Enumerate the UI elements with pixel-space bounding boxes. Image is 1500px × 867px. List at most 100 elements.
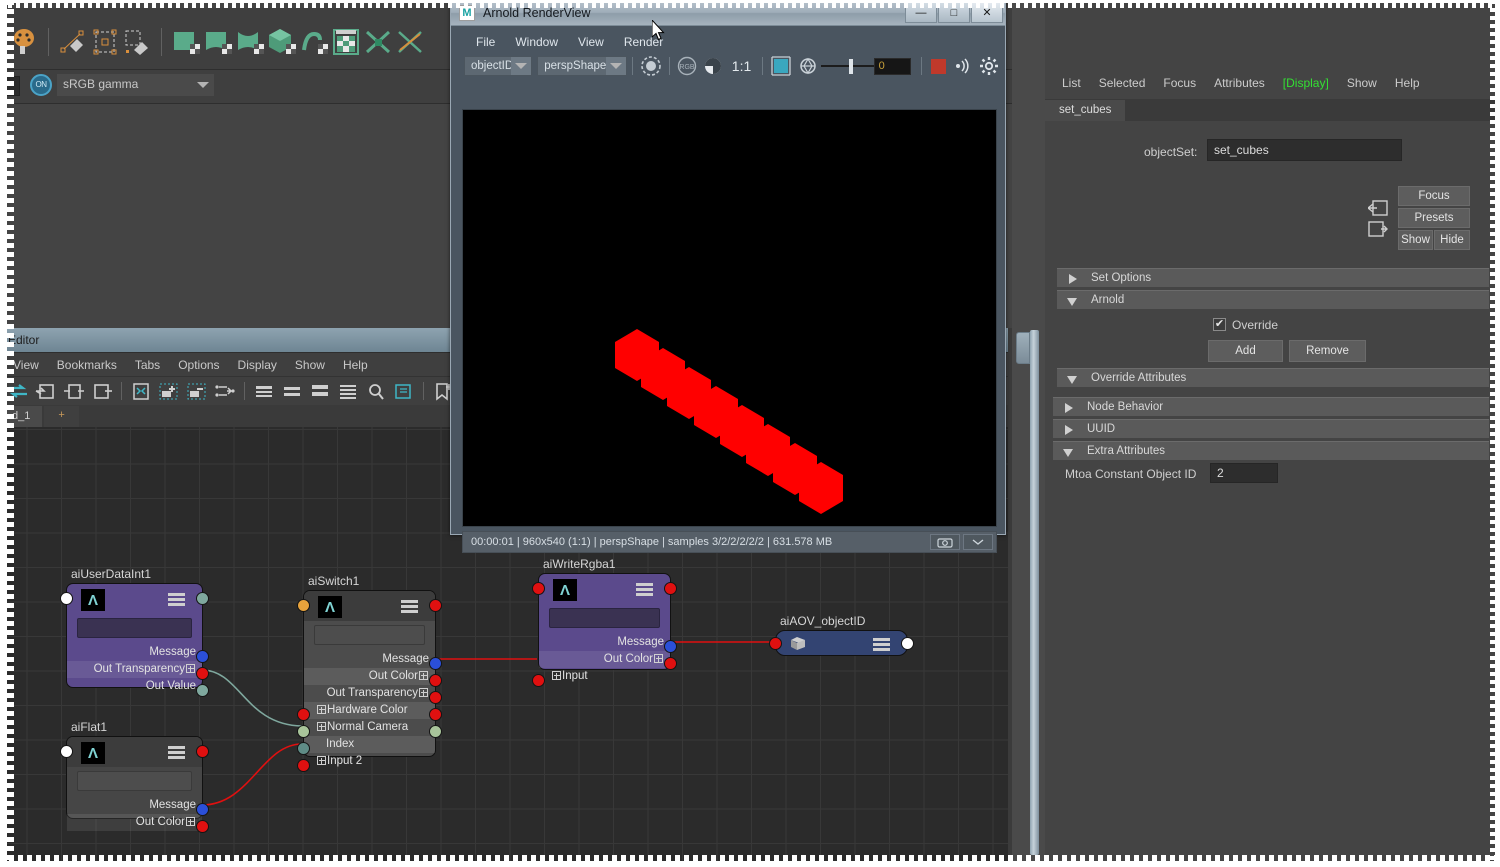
arrow-out-icon[interactable] bbox=[1368, 221, 1388, 237]
port-hardware-color-in[interactable] bbox=[297, 708, 310, 721]
node-aiFlat1[interactable]: aiFlat1 Λ Message Out Color bbox=[60, 720, 209, 833]
port-node-left[interactable] bbox=[769, 637, 782, 650]
node-row[interactable]: Out Color bbox=[539, 651, 670, 668]
node-row[interactable]: Index bbox=[304, 736, 435, 753]
section-set-options[interactable]: Set Options bbox=[1057, 268, 1489, 287]
render-image-canvas[interactable] bbox=[462, 109, 997, 527]
list-simple-icon[interactable] bbox=[280, 380, 304, 402]
port-node-right[interactable] bbox=[429, 599, 442, 612]
ae-menu-selected[interactable]: Selected bbox=[1090, 74, 1155, 92]
add-button[interactable]: Add bbox=[1208, 340, 1283, 362]
port-input-in[interactable] bbox=[532, 674, 545, 687]
node-menu-icon[interactable] bbox=[168, 593, 185, 606]
ne-tab-add[interactable]: + bbox=[44, 406, 79, 427]
port-out-color[interactable] bbox=[429, 674, 442, 687]
node-row[interactable]: Message bbox=[67, 797, 202, 814]
ne-menu-view[interactable]: View bbox=[4, 356, 48, 374]
port-node-right[interactable] bbox=[196, 745, 209, 758]
aperture-icon[interactable] bbox=[797, 55, 819, 77]
gamma-combo-field[interactable]: sRGB gamma bbox=[57, 74, 212, 96]
arrow-in-icon[interactable] bbox=[1366, 200, 1388, 216]
section-node-behavior[interactable]: Node Behavior bbox=[1053, 397, 1489, 416]
expand-plus-icon[interactable] bbox=[186, 664, 195, 674]
node-row[interactable]: Out Color bbox=[67, 814, 202, 831]
section-arnold[interactable]: Arnold bbox=[1057, 290, 1489, 309]
section-override-attributes[interactable]: Override Attributes bbox=[1057, 368, 1489, 387]
add-selected-icon[interactable] bbox=[157, 380, 181, 402]
port-normal-camera-out[interactable] bbox=[429, 725, 442, 738]
object-set-input[interactable]: set_cubes bbox=[1207, 139, 1402, 161]
chevron-down-icon[interactable] bbox=[605, 57, 626, 75]
port-message-out[interactable] bbox=[429, 657, 442, 670]
color-swatch[interactable] bbox=[928, 55, 948, 77]
node-aiAOV-objectID[interactable]: aiAOV_objectID bbox=[769, 614, 914, 656]
curve-flow-icon[interactable] bbox=[298, 26, 330, 58]
close-button[interactable]: ✕ bbox=[971, 2, 1003, 23]
list-compact-icon[interactable] bbox=[252, 380, 276, 402]
hide-button[interactable]: Hide bbox=[1434, 230, 1470, 250]
focus-button[interactable]: Focus bbox=[1398, 186, 1470, 206]
section-uuid[interactable]: UUID bbox=[1053, 419, 1489, 438]
node-row[interactable]: Message bbox=[67, 644, 202, 661]
color-management-toggle[interactable]: ON bbox=[30, 74, 52, 96]
remove-button[interactable]: Remove bbox=[1289, 340, 1366, 362]
mesh-cut-icon[interactable] bbox=[394, 26, 426, 58]
port-out-color[interactable] bbox=[196, 820, 209, 833]
node-row[interactable]: Input bbox=[539, 668, 670, 685]
expand-plus-icon[interactable] bbox=[317, 756, 326, 766]
node-row[interactable]: Out Transparency bbox=[304, 685, 435, 702]
gamma-combo-arrow[interactable] bbox=[192, 74, 214, 96]
mtoa-constant-object-id-input[interactable]: 2 bbox=[1210, 463, 1278, 483]
color-palette-icon[interactable] bbox=[8, 26, 40, 58]
gamma-value-field[interactable] bbox=[0, 76, 20, 96]
poly-shape-icon[interactable] bbox=[234, 26, 266, 58]
rgb-channels-icon[interactable]: RGB bbox=[676, 55, 698, 77]
presets-button[interactable]: Presets bbox=[1398, 208, 1470, 228]
aov-combo[interactable]: objectID bbox=[464, 56, 533, 76]
port-node-left[interactable] bbox=[60, 592, 73, 605]
port-node-right[interactable] bbox=[196, 592, 209, 605]
node-menu-icon[interactable] bbox=[401, 600, 418, 613]
crop-region-icon[interactable] bbox=[769, 55, 793, 77]
ae-menu-help[interactable]: Help bbox=[1386, 74, 1429, 92]
node-menu-icon[interactable] bbox=[636, 583, 653, 596]
exposure-value-field[interactable]: 0 bbox=[873, 57, 911, 75]
expand-plus-icon[interactable] bbox=[419, 688, 428, 698]
ae-tab-set-cubes[interactable]: set_cubes bbox=[1045, 100, 1126, 121]
renderview-titlebar[interactable]: M Arnold RenderView — □ ✕ bbox=[451, 1, 1005, 26]
node-row[interactable]: Out Value bbox=[67, 678, 202, 695]
camera-combo[interactable]: perspShape bbox=[537, 56, 627, 76]
zoom-ratio-label[interactable]: 1:1 bbox=[728, 55, 754, 77]
rearrange-icon[interactable] bbox=[129, 380, 153, 402]
ne-menu-options[interactable]: Options bbox=[169, 356, 228, 374]
port-node-left[interactable] bbox=[532, 582, 545, 595]
expand-plus-icon[interactable] bbox=[317, 722, 326, 732]
port-node-left[interactable] bbox=[297, 599, 310, 612]
alpha-icon[interactable] bbox=[702, 55, 724, 77]
settings-gear-icon[interactable] bbox=[978, 55, 1000, 77]
node-row[interactable]: Out Color bbox=[304, 668, 435, 685]
chevron-down-icon[interactable] bbox=[963, 534, 993, 550]
poly-plane-icon[interactable] bbox=[170, 26, 202, 58]
rv-menu-file[interactable]: File bbox=[466, 33, 505, 51]
ae-menu-show[interactable]: Show bbox=[1338, 74, 1386, 92]
section-extra-attributes[interactable]: Extra Attributes bbox=[1053, 441, 1489, 460]
node-row[interactable]: Normal Camera bbox=[304, 719, 435, 736]
render-region-icon[interactable] bbox=[640, 55, 662, 77]
show-button[interactable]: Show bbox=[1398, 230, 1433, 250]
port-node-left[interactable] bbox=[60, 745, 73, 758]
paint-select-icon[interactable] bbox=[121, 26, 153, 58]
ne-menu-bookmarks[interactable]: Bookmarks bbox=[48, 356, 126, 374]
paint-line-icon[interactable] bbox=[57, 26, 89, 58]
mesh-cross-icon[interactable] bbox=[362, 26, 394, 58]
port-index-in[interactable] bbox=[297, 742, 310, 755]
node-menu-icon[interactable] bbox=[873, 638, 890, 651]
node-menu-icon[interactable] bbox=[168, 746, 185, 759]
node-row[interactable]: Out Transparency bbox=[67, 661, 202, 678]
search-icon[interactable] bbox=[364, 380, 388, 402]
exposure-slider[interactable] bbox=[821, 56, 874, 76]
chevron-down-icon[interactable] bbox=[511, 57, 532, 75]
port-message-out[interactable] bbox=[196, 803, 209, 816]
texture-window-icon[interactable] bbox=[330, 26, 362, 58]
connect-icon[interactable] bbox=[213, 380, 237, 402]
